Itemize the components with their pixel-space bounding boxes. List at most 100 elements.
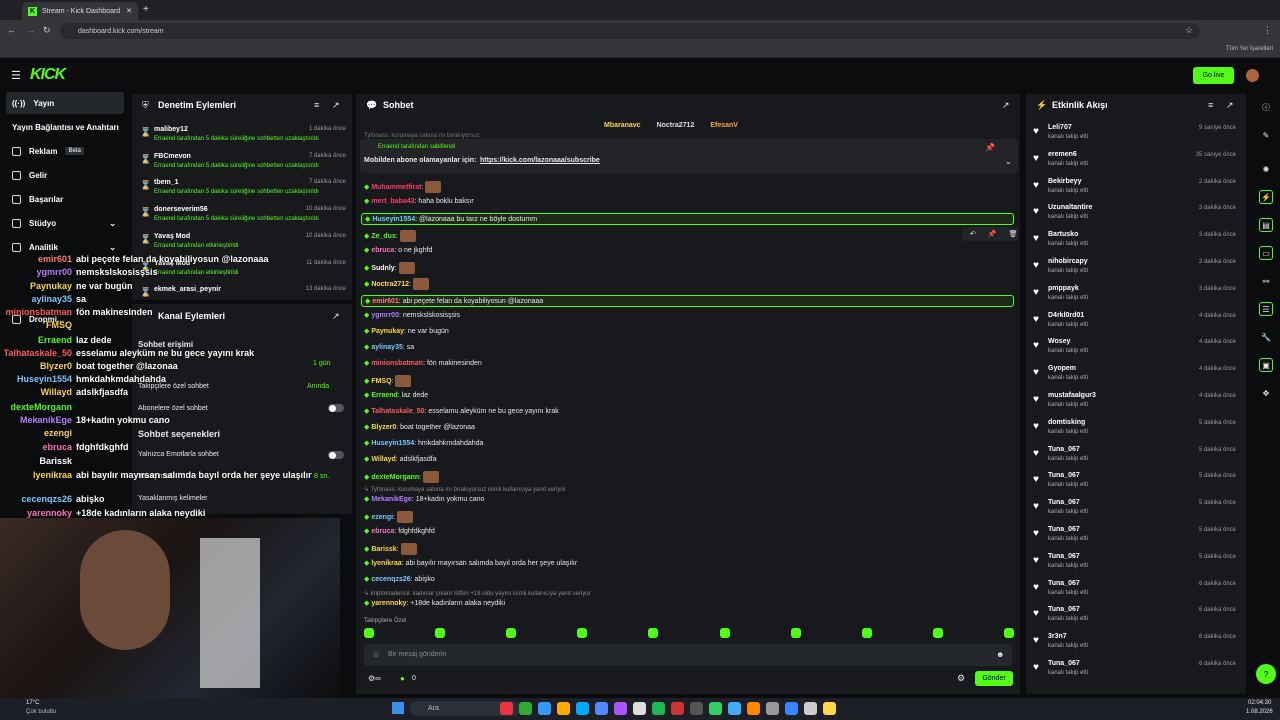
- activity-event-row[interactable]: ♥ Wosey kanalı takip etti 4 dakika önce: [1032, 336, 1240, 363]
- taskbar-app-icon[interactable]: [766, 702, 779, 715]
- kick-logo[interactable]: KICK: [30, 66, 66, 84]
- sidebar-item-studyo[interactable]: Stüdyo ⌄: [6, 212, 124, 234]
- reply-icon[interactable]: ↶: [970, 230, 976, 238]
- chat-username[interactable]: ygmrr00: [371, 312, 399, 319]
- chat-username[interactable]: Erraend: [371, 392, 397, 399]
- chat-username[interactable]: yarennoky: [371, 600, 406, 607]
- close-tab-icon[interactable]: ✕: [126, 7, 132, 15]
- quick-emote-icon[interactable]: [577, 628, 588, 638]
- activity-event-row[interactable]: ♥ Tuna_067 kanalı takip etti 5 dakika önce: [1032, 524, 1240, 551]
- chat-message[interactable]: ◆ Willayd: adslkfjasdfa: [364, 455, 437, 463]
- mod-action-row[interactable]: ⌛ donerseverim56 Erraend tarafından 5 daki…: [140, 204, 352, 230]
- pinned-link[interactable]: https://kick.com/lazonaaa/subscribe: [480, 157, 600, 164]
- back-icon[interactable]: ←: [7, 25, 16, 35]
- quick-emote-icon[interactable]: [1003, 628, 1014, 638]
- link-icon[interactable]: ⚯: [1259, 274, 1273, 288]
- chat-username[interactable]: ezengi: [371, 514, 393, 521]
- activity-event-row[interactable]: ♥ Tuna_067 kanalı takip etti 5 dakika önce: [1032, 497, 1240, 524]
- chat-message[interactable]: ◆ lyenikraa: abi bayılır mayırsan salımd…: [364, 559, 577, 567]
- event-username[interactable]: Tuna_067: [1048, 660, 1080, 667]
- pen-icon[interactable]: ✎: [1259, 128, 1273, 142]
- event-username[interactable]: Bekirbeyy: [1048, 178, 1081, 185]
- quick-emote-icon[interactable]: [861, 628, 872, 638]
- taskbar-app-icon[interactable]: [538, 702, 551, 715]
- forward-icon[interactable]: →: [26, 25, 35, 35]
- activity-event-row[interactable]: ♥ Tuna_067 kanalı takip etti 6 dakika önce: [1032, 578, 1240, 605]
- mod-target[interactable]: Yavaş Mod: [154, 233, 190, 240]
- taskbar-app-icon[interactable]: [614, 702, 627, 715]
- followers-chat-value[interactable]: Anında: [307, 383, 329, 390]
- event-username[interactable]: Uzunaltantire: [1048, 204, 1092, 211]
- event-username[interactable]: Tuna_067: [1048, 472, 1080, 479]
- chat-username[interactable]: Huseyin1554: [371, 440, 414, 447]
- user-avatar[interactable]: [1246, 69, 1259, 82]
- quick-emote-icon[interactable]: [790, 628, 801, 638]
- chat-username[interactable]: Blyzer0: [371, 424, 396, 431]
- chat-username[interactable]: Willayd: [371, 456, 395, 463]
- event-username[interactable]: Tuna_067: [1048, 606, 1080, 613]
- pin-icon[interactable]: 📌: [985, 143, 995, 152]
- hamburger-icon[interactable]: ☰: [11, 69, 21, 82]
- chat-message[interactable]: ◆ Talhataskale_50: esselamu aleyküm ne b…: [364, 407, 559, 415]
- support-icon[interactable]: ?: [1256, 664, 1276, 684]
- top-gifter-2[interactable]: Noctra2712: [657, 122, 695, 129]
- chat-message[interactable]: ◆ emir601: abi peçete felan da koyabiliy…: [361, 295, 1014, 307]
- activity-event-row[interactable]: ♥ Tuna_067 kanalı takip etti 5 dakika önce: [1032, 551, 1240, 578]
- chat-username[interactable]: MekanikEge: [371, 496, 411, 503]
- chat-message[interactable]: ◆ Ze_dus:: [364, 230, 416, 242]
- windows-start-icon[interactable]: [392, 702, 404, 714]
- mod-action-row[interactable]: ⌛ tbem_1 Erraend tarafından 5 dakika sürel…: [140, 177, 352, 203]
- browser-tab[interactable]: K Stream - Kick Dashboard ✕: [22, 2, 138, 20]
- popout-icon[interactable]: ↗: [1226, 100, 1234, 111]
- activity-event-row[interactable]: ♥ eremen6 kanalı takip etti 35 saniye önce: [1032, 149, 1240, 176]
- sidebar-item-gelir[interactable]: Gelir: [6, 164, 124, 186]
- event-username[interactable]: mustafaalgur3: [1048, 392, 1096, 399]
- event-username[interactable]: Tuna_067: [1048, 499, 1080, 506]
- taskbar-app-icon[interactable]: [709, 702, 722, 715]
- chat-message[interactable]: ◆ ygmrr00: nemskslskosisşsis: [364, 311, 460, 319]
- chat-message[interactable]: ◆ Muhammetfirat:: [364, 181, 442, 193]
- mod-action-row[interactable]: ⌛ FBCmevon Erraend tarafından 5 dakika sür…: [140, 151, 352, 177]
- chat-username[interactable]: Ze_dus: [371, 233, 396, 240]
- points-icon[interactable]: ⚙∞: [368, 674, 381, 683]
- chat-username[interactable]: FMSQ: [371, 378, 391, 385]
- emoji-icon[interactable]: ☺: [372, 650, 380, 659]
- chat-username[interactable]: cecenqzs26: [371, 576, 410, 583]
- emotes-only-toggle[interactable]: [328, 451, 344, 459]
- new-tab-icon[interactable]: +: [143, 4, 149, 15]
- delete-icon[interactable]: 🗑: [1009, 230, 1018, 238]
- chat-message[interactable]: ◆ Blyzer0: boat together @lazonaa: [364, 423, 475, 431]
- activity-event-row[interactable]: ♥ Tuna_067 kanalı takip etti 5 dakika önce: [1032, 444, 1240, 471]
- filter-icon[interactable]: ≡: [314, 100, 319, 110]
- activity-event-row[interactable]: ♥ Bekirbeyy kanalı takip etti 2 dakika önce: [1032, 176, 1240, 203]
- chat-message[interactable]: ◆ ebruca: fdghfdkghfd: [364, 527, 435, 535]
- reload-icon[interactable]: ↻: [43, 25, 51, 36]
- chat-message[interactable]: ◆ Barissk:: [364, 543, 417, 555]
- activity-event-row[interactable]: ♥ domtisking kanalı takip etti 5 dakika önc…: [1032, 417, 1240, 444]
- chat-username[interactable]: minionsbatman: [371, 360, 423, 367]
- taskbar-app-icon[interactable]: [576, 702, 589, 715]
- event-username[interactable]: Tuna_067: [1048, 553, 1080, 560]
- activity-event-row[interactable]: ♥ Uzunaltantire kanalı takip etti 3 dakika …: [1032, 202, 1240, 229]
- chat-message[interactable]: ◆ mert_baba43: haha boklu baksır: [364, 197, 474, 205]
- taskbar-app-icon[interactable]: [804, 702, 817, 715]
- activity-event-row[interactable]: ♥ pmppayk kanalı takip etti 3 dakika önce: [1032, 283, 1240, 310]
- menu-dots-icon[interactable]: ⋮: [1263, 25, 1272, 36]
- taskbar-app-icon[interactable]: [633, 702, 646, 715]
- chat-username[interactable]: dexteMorgann: [371, 474, 419, 481]
- address-bar[interactable]: dashboard.kick.com/stream: [60, 23, 1200, 39]
- bug-icon[interactable]: ✺: [1259, 162, 1273, 176]
- document-icon[interactable]: ▤: [1259, 218, 1273, 232]
- wrench-icon[interactable]: 🔧: [1259, 330, 1273, 344]
- event-username[interactable]: Tuna_067: [1048, 446, 1080, 453]
- taskbar-app-icon[interactable]: [785, 702, 798, 715]
- top-gifter-1[interactable]: Mbaranavc: [604, 122, 641, 129]
- taskbar-app-icon[interactable]: [671, 702, 684, 715]
- taskbar-app-icon[interactable]: [557, 702, 570, 715]
- window-icon[interactable]: ▣: [1259, 358, 1273, 372]
- chat-bubble-icon[interactable]: ▭: [1259, 246, 1273, 260]
- pin-icon[interactable]: 📌: [988, 230, 997, 238]
- mod-action-row[interactable]: ⌛ Yavaş Mod Erraend tarafından etkinleştir…: [140, 231, 352, 257]
- send-button[interactable]: Gönder: [975, 671, 1013, 686]
- sidebar-item-stream-key[interactable]: Yayın Bağlantısı ve Anahtarı: [6, 116, 124, 138]
